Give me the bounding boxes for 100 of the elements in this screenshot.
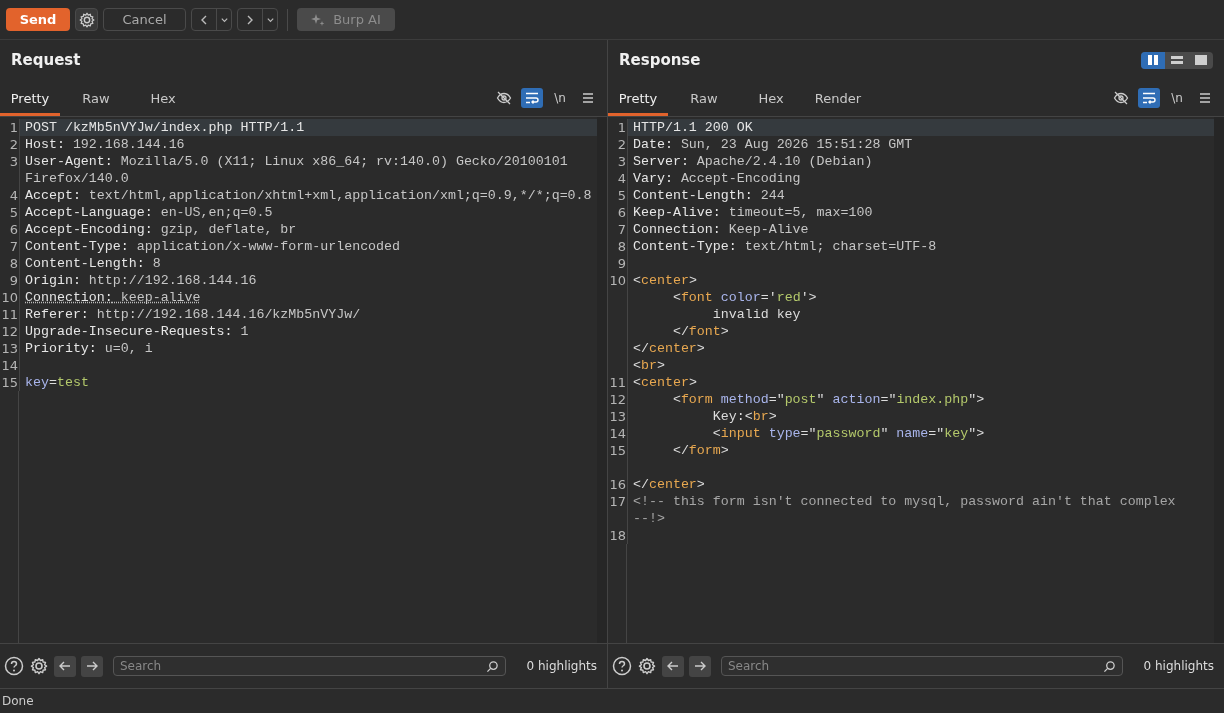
line-number: 9 [0, 272, 20, 289]
code-line: Content-Length: 244 [632, 187, 786, 204]
next-button[interactable] [689, 655, 711, 677]
line-number: 14 [0, 357, 20, 374]
code-line: Key:<br> [711, 408, 778, 425]
line-number: 4 [0, 187, 20, 204]
layout-icon [1194, 53, 1208, 67]
panel-title: Request [11, 51, 81, 69]
line-number: 11 [608, 374, 628, 391]
cancel-button[interactable]: Cancel [103, 8, 186, 31]
code-line: Server: Apache/2.4.10 (Debian) [632, 153, 874, 170]
arrow-left-icon [58, 659, 72, 673]
search-field[interactable]: Search [113, 656, 506, 676]
settings-icon[interactable] [29, 656, 49, 676]
line-number: 10 [0, 289, 20, 306]
code-line: Accept-Language: en-US,en;q=0.5 [24, 204, 274, 221]
word-wrap-toggle[interactable] [521, 88, 543, 108]
highlights-count: 0 highlights [1143, 659, 1214, 673]
code-line: <center> [632, 374, 698, 391]
code-line: Origin: http://192.168.144.16 [24, 272, 258, 289]
view-tab[interactable]: Raw [673, 80, 735, 116]
code-line: --!> [632, 510, 666, 527]
wrap-icon [524, 90, 540, 106]
eye-off-icon [496, 90, 512, 106]
view-tab[interactable]: Pretty [608, 80, 668, 116]
code-line: Keep-Alive: timeout=5, max=100 [632, 204, 874, 221]
code-line: <font color='red'> [671, 289, 818, 306]
view-tab[interactable]: Pretty [0, 80, 60, 116]
search-icon[interactable] [1102, 660, 1116, 673]
line-number: 15 [0, 374, 20, 391]
menu-icon [581, 91, 595, 105]
line-number: 8 [0, 255, 20, 272]
settings-icon [77, 10, 96, 29]
code-line: Connection: keep-alive [24, 289, 202, 306]
line-number: 17 [608, 493, 628, 510]
line-number: 9 [608, 255, 628, 272]
code-line: <center> [632, 272, 698, 289]
code-line: Content-Type: application/x-www-form-urlencoded [24, 238, 402, 255]
eye-off-icon [1113, 90, 1129, 106]
code-line: Host: 192.168.144.16 [24, 136, 186, 153]
word-wrap-toggle[interactable] [1138, 88, 1160, 108]
line-number: 3 [608, 153, 628, 170]
line-number: 7 [608, 221, 628, 238]
status-text: Done [0, 688, 1224, 713]
view-tab[interactable]: Render [807, 80, 869, 116]
line-number: 15 [608, 442, 628, 459]
help-icon[interactable] [4, 656, 24, 676]
code-line: <br> [632, 357, 666, 374]
settings-icon[interactable] [637, 656, 657, 676]
view-tab[interactable]: Raw [65, 80, 127, 116]
line-number: 13 [608, 408, 628, 425]
line-number: 5 [608, 187, 628, 204]
code-line: Accept-Encoding: gzip, deflate, br [24, 221, 298, 238]
code-line: </font> [671, 323, 730, 340]
code-line: key=test [24, 374, 90, 391]
code-line: Upgrade-Insecure-Requests: 1 [24, 323, 250, 340]
code-line: Accept: text/html,application/xhtml+xml,application/xml;q=0.9,*/*;q=0.8 [24, 187, 593, 204]
line-number: 2 [608, 136, 628, 153]
line-number: 6 [0, 221, 20, 238]
code-line: Firefox/140.0 [24, 170, 130, 187]
previous-button[interactable] [54, 655, 76, 677]
arrow-right-icon [693, 659, 707, 673]
line-number: 8 [608, 238, 628, 255]
menu-icon [1198, 91, 1212, 105]
chevron-down-icon [265, 15, 275, 24]
next-button[interactable] [81, 655, 103, 677]
chevron-down-icon [219, 15, 229, 24]
code-line: invalid key [711, 306, 802, 323]
code-line: </form> [671, 442, 730, 459]
newline-toggle[interactable]: \n [1166, 88, 1188, 108]
code-line: <input type="password" name="key"> [711, 425, 986, 442]
code-line: <form method="post" action="index.php"> [671, 391, 986, 408]
code-line: User-Agent: Mozilla/5.0 (X11; Linux x86_64; rv:140.0) Gecko/20100101 [24, 153, 569, 170]
settings-button[interactable] [75, 8, 98, 31]
panel-title: Response [619, 51, 701, 69]
arrow-right-icon [85, 659, 99, 673]
line-number: 2 [0, 136, 20, 153]
code-line: Content-Length: 8 [24, 255, 162, 272]
line-number: 18 [608, 527, 628, 544]
layout-toggle[interactable] [1141, 51, 1165, 69]
newline-toggle[interactable]: \n [549, 88, 571, 108]
line-number: 11 [0, 306, 20, 323]
layout-icon [1146, 53, 1160, 67]
line-number: 10 [608, 272, 628, 289]
help-icon[interactable] [612, 656, 632, 676]
line-number: 12 [0, 323, 20, 340]
code-line: Content-Type: text/html; charset=UTF-8 [632, 238, 938, 255]
line-number: 4 [608, 170, 628, 187]
previous-button[interactable] [662, 655, 684, 677]
code-line: Priority: u=0, i [24, 340, 154, 357]
view-tab[interactable]: Hex [132, 80, 194, 116]
search-icon[interactable] [485, 660, 499, 673]
line-number: 14 [608, 425, 628, 442]
wrap-icon [1141, 90, 1157, 106]
code-line: Date: Sun, 23 Aug 2026 15:51:28 GMT [632, 136, 914, 153]
code-line: </center> [632, 340, 706, 357]
line-number: 13 [0, 340, 20, 357]
search-field[interactable]: Search [721, 656, 1123, 676]
line-number: 6 [608, 204, 628, 221]
view-tab[interactable]: Hex [740, 80, 802, 116]
